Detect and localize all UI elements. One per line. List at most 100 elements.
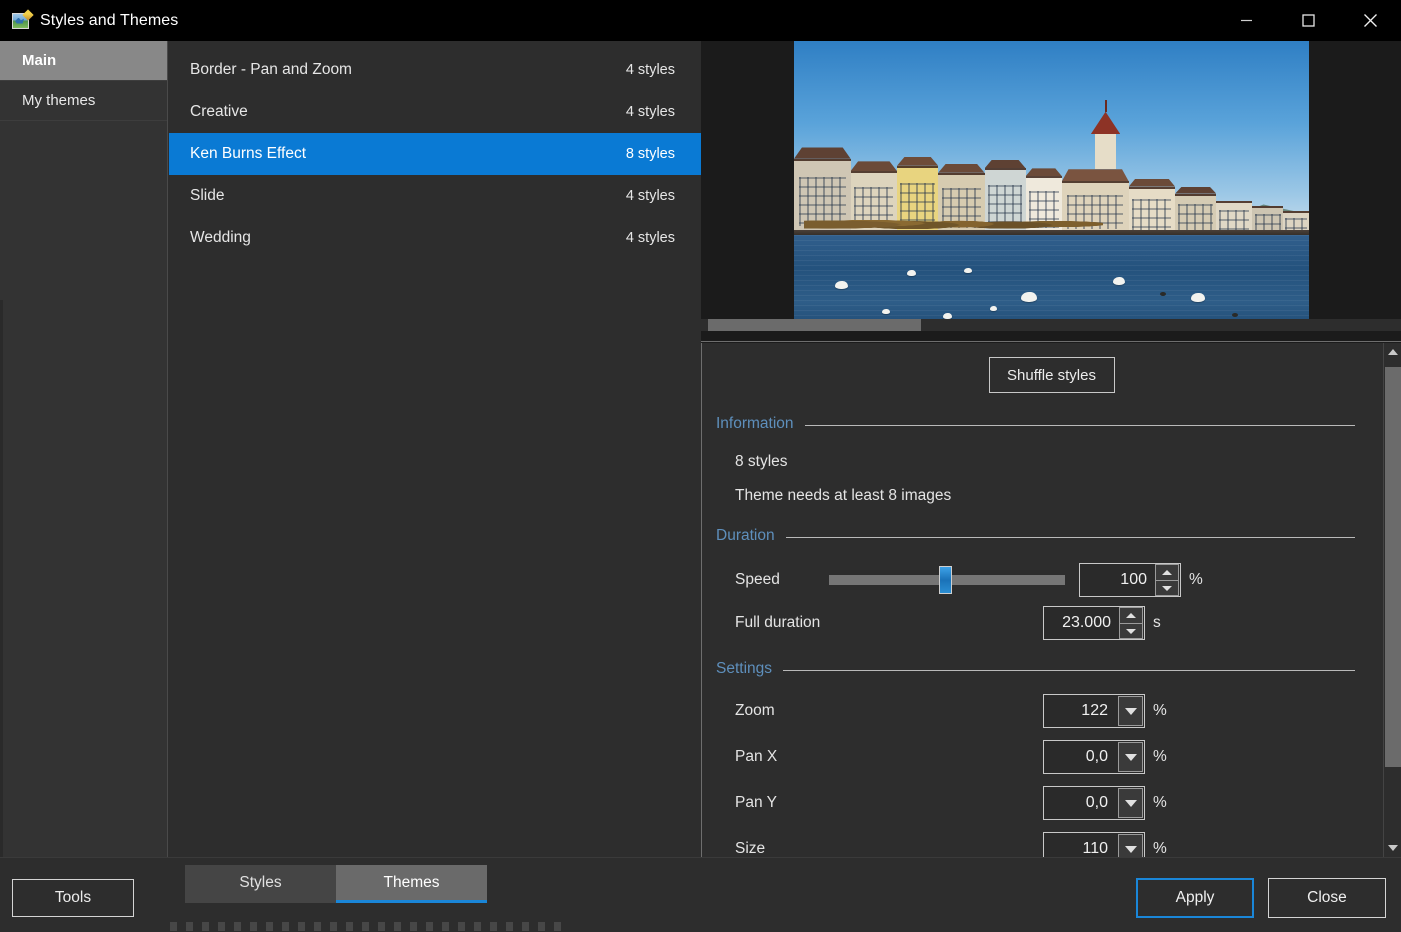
full-duration-decrement-button[interactable] — [1119, 623, 1143, 639]
size-value[interactable]: 110 — [1044, 840, 1118, 857]
theme-list-row[interactable]: Slide 4 styles — [169, 175, 701, 217]
theme-list-row[interactable]: Border - Pan and Zoom 4 styles — [169, 49, 701, 91]
theme-name: Ken Burns Effect — [190, 145, 307, 162]
window-controls — [1215, 0, 1401, 41]
theme-list-row[interactable]: Wedding 4 styles — [169, 217, 701, 259]
pan-x-dropdown-arrow[interactable] — [1118, 742, 1143, 772]
sidebar-item-my-themes[interactable]: My themes — [0, 81, 167, 121]
size-dropdown[interactable]: 110 — [1043, 832, 1145, 857]
styles-and-themes-window: Styles and Themes Main My themes Border … — [0, 0, 1401, 932]
chevron-down-icon — [1124, 845, 1137, 853]
window-title: Styles and Themes — [40, 11, 179, 29]
zoom-value[interactable]: 122 — [1044, 702, 1118, 720]
chevron-down-icon — [1126, 628, 1136, 634]
zoom-unit: % — [1153, 702, 1167, 719]
speed-decrement-button[interactable] — [1155, 580, 1179, 596]
full-duration-unit: s — [1153, 614, 1161, 631]
sidebar-item-label: Main — [22, 52, 57, 69]
zoom-dropdown-arrow[interactable] — [1118, 696, 1143, 726]
section-header-settings: Settings — [716, 660, 1355, 678]
chevron-down-icon — [1162, 585, 1172, 591]
theme-style-count: 4 styles — [625, 62, 675, 78]
apply-button[interactable]: Apply — [1136, 878, 1254, 918]
tab-themes[interactable]: Themes — [336, 865, 487, 903]
caret-up-icon — [1388, 349, 1398, 355]
pan-x-value[interactable]: 0,0 — [1044, 748, 1118, 766]
section-rule — [804, 425, 1355, 426]
scroll-down-button[interactable] — [1384, 839, 1401, 857]
section-title: Duration — [716, 527, 775, 544]
settings-panel: Shuffle styles Information 8 styles Them… — [701, 343, 1401, 857]
theme-name: Border - Pan and Zoom — [190, 61, 352, 78]
pan-x-unit: % — [1153, 748, 1167, 765]
full-duration-label: Full duration — [735, 614, 821, 631]
pan-y-label: Pan Y — [735, 794, 777, 811]
theme-name: Creative — [190, 103, 248, 120]
speed-label: Speed — [735, 571, 780, 588]
minimize-icon — [1240, 19, 1252, 22]
scroll-up-button[interactable] — [1384, 343, 1401, 361]
section-title: Information — [716, 415, 794, 432]
chevron-down-icon — [1124, 707, 1137, 715]
section-title: Settings — [716, 660, 773, 677]
minimize-button[interactable] — [1215, 0, 1277, 41]
section-header-duration: Duration — [716, 527, 1355, 545]
pan-y-row: Pan Y 0,0 % — [735, 786, 1355, 820]
pan-y-dropdown-arrow[interactable] — [1118, 788, 1143, 818]
close-dialog-button[interactable]: Close — [1268, 878, 1386, 918]
zoom-dropdown[interactable]: 122 — [1043, 694, 1145, 728]
info-image-requirement: Theme needs at least 8 images — [735, 487, 952, 504]
pan-x-label: Pan X — [735, 748, 778, 765]
section-rule — [783, 670, 1355, 671]
theme-list: Border - Pan and Zoom 4 styles Creative … — [169, 41, 701, 857]
theme-list-row[interactable]: Creative 4 styles — [169, 91, 701, 133]
full-duration-row: Full duration 23.000 s — [735, 606, 1355, 640]
theme-style-count: 4 styles — [625, 230, 675, 246]
size-unit: % — [1153, 840, 1167, 857]
chevron-up-icon — [1126, 613, 1136, 618]
sidebar: Main My themes — [0, 41, 168, 857]
section-header-information: Information — [716, 415, 1355, 433]
theme-style-count: 4 styles — [625, 104, 675, 120]
pan-y-dropdown[interactable]: 0,0 — [1043, 786, 1145, 820]
info-style-count: 8 styles — [735, 453, 788, 470]
zoom-label: Zoom — [735, 702, 775, 719]
size-dropdown-arrow[interactable] — [1118, 834, 1143, 857]
full-duration-increment-button[interactable] — [1119, 607, 1143, 623]
theme-list-row-selected[interactable]: Ken Burns Effect 8 styles — [169, 133, 701, 175]
full-duration-value[interactable]: 23.000 — [1044, 614, 1119, 632]
maximize-button[interactable] — [1277, 0, 1339, 41]
tab-styles[interactable]: Styles — [185, 865, 336, 903]
speed-value[interactable]: 100 — [1080, 571, 1155, 589]
left-edge-strip — [0, 300, 3, 860]
speed-stepper[interactable]: 100 — [1079, 563, 1181, 597]
preview-divider — [701, 341, 1401, 342]
speed-increment-button[interactable] — [1155, 564, 1179, 580]
pan-x-dropdown[interactable]: 0,0 — [1043, 740, 1145, 774]
shuffle-styles-button[interactable]: Shuffle styles — [988, 357, 1115, 393]
caret-down-icon — [1388, 845, 1398, 851]
speed-slider[interactable] — [829, 566, 1065, 594]
preview-area — [701, 41, 1401, 343]
scrollbar-thumb[interactable] — [1385, 367, 1401, 767]
full-duration-stepper[interactable]: 23.000 — [1043, 606, 1145, 640]
preview-image — [794, 41, 1309, 331]
sidebar-item-main[interactable]: Main — [0, 41, 167, 81]
settings-vertical-scrollbar[interactable] — [1383, 343, 1401, 857]
slider-thumb[interactable] — [939, 566, 952, 594]
scrollbar-thumb[interactable] — [708, 319, 921, 331]
pan-y-unit: % — [1153, 794, 1167, 811]
preview-water — [794, 235, 1309, 331]
preview-horizontal-scrollbar[interactable] — [701, 319, 1401, 331]
theme-style-count: 8 styles — [625, 146, 675, 162]
tools-button[interactable]: Tools — [12, 879, 134, 917]
size-row: Size 110 % — [735, 832, 1355, 857]
app-icon — [12, 8, 34, 30]
speed-unit: % — [1189, 571, 1203, 588]
tab-bar: Styles Themes — [185, 865, 487, 903]
close-icon — [1363, 14, 1377, 27]
close-button[interactable] — [1339, 0, 1401, 41]
tab-label: Themes — [383, 873, 440, 891]
maximize-icon — [1301, 14, 1315, 27]
pan-y-value[interactable]: 0,0 — [1044, 794, 1118, 812]
